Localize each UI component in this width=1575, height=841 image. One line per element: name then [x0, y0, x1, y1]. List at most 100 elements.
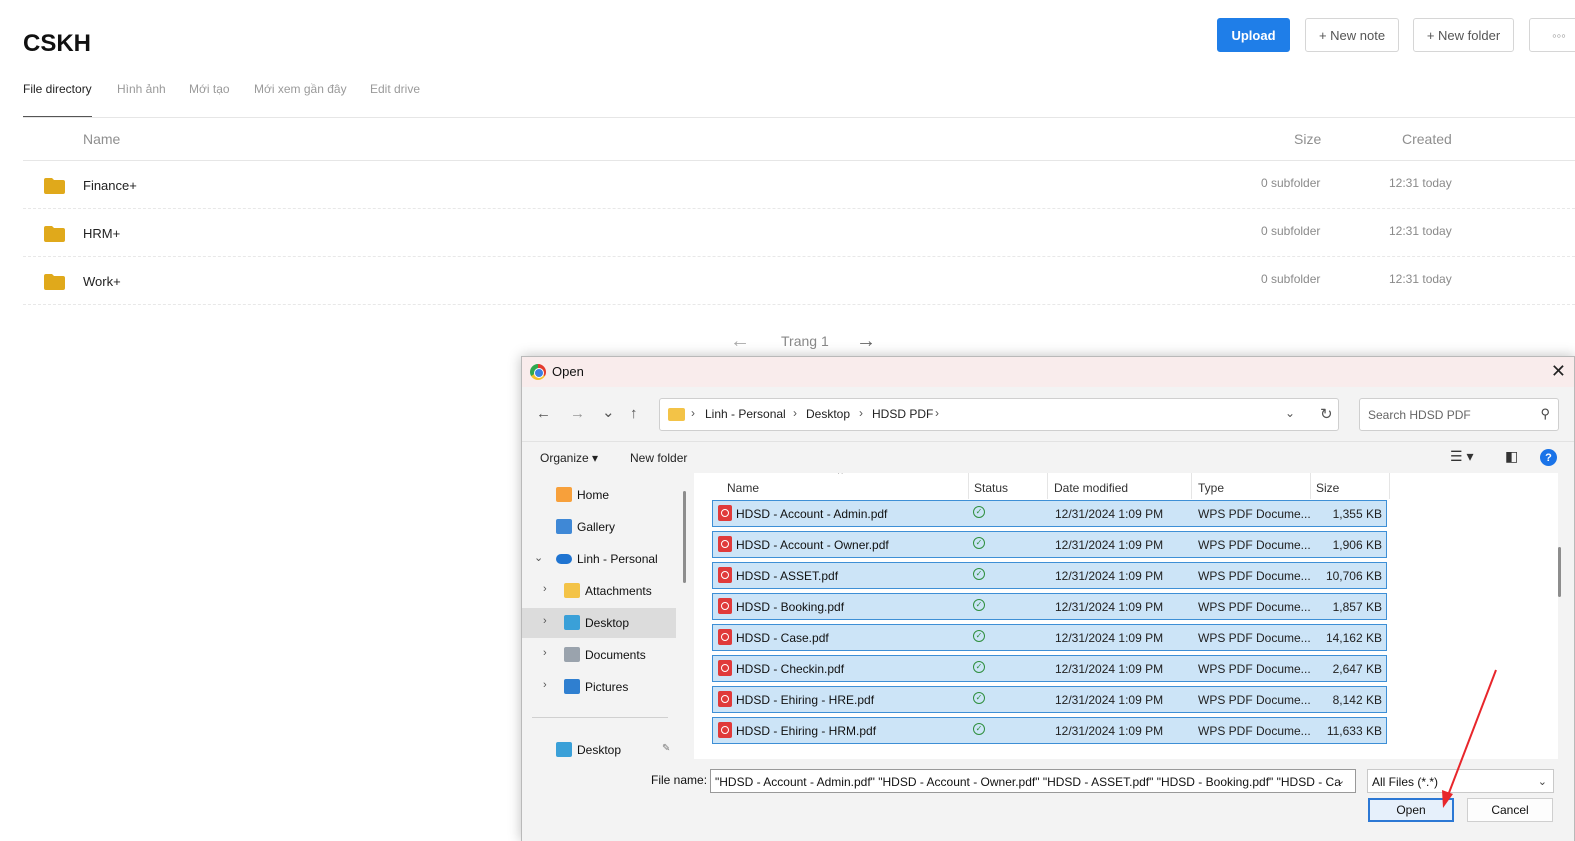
tab-file-directory[interactable]: File directory [23, 82, 92, 118]
file-type: WPS PDF Docume... [1198, 600, 1311, 614]
preview-pane-icon[interactable]: ◧ [1505, 448, 1518, 465]
new-folder-button[interactable]: New folder [630, 451, 687, 465]
file-row[interactable]: HDSD - Account - Admin.pdf ✓ 12/31/2024 … [712, 500, 1387, 527]
column-date-modified[interactable]: Date modified [1054, 481, 1128, 495]
pdf-icon [718, 691, 732, 707]
help-icon[interactable]: ? [1540, 449, 1557, 466]
folder-name[interactable]: Finance+ [83, 178, 137, 193]
new-note-button[interactable]: + New note [1305, 18, 1399, 52]
breadcrumb-linh-personal[interactable]: Linh - Personal [705, 407, 786, 421]
organize-button[interactable]: Organize ▾ [540, 451, 598, 465]
sidebar-item-linh-personal[interactable]: ⌄ Linh - Personal [522, 544, 676, 574]
file-type: WPS PDF Docume... [1198, 569, 1311, 583]
chevron-down-icon[interactable]: ⌄ [534, 551, 543, 564]
up-folder-icon[interactable]: ↑ [630, 405, 638, 422]
column-divider[interactable] [1389, 473, 1390, 499]
file-date: 12/31/2024 1:09 PM [1055, 693, 1164, 707]
column-status[interactable]: Status [974, 481, 1008, 495]
new-folder-button[interactable]: + New folder [1413, 18, 1514, 52]
column-divider[interactable] [1310, 473, 1311, 499]
column-divider[interactable] [1047, 473, 1048, 499]
chevron-right-icon[interactable]: › [543, 615, 547, 627]
file-date: 12/31/2024 1:09 PM [1055, 631, 1164, 645]
prev-page-icon[interactable]: ← [730, 330, 750, 353]
sidebar-item-desktop[interactable]: › Desktop [522, 608, 676, 638]
sidebar-scrollbar[interactable] [683, 491, 686, 583]
recent-locations-icon[interactable]: ⌄ [602, 403, 615, 421]
sidebar-item-desktop-quick[interactable]: Desktop ✎ [522, 735, 676, 759]
tab-moi-xem-gan-day[interactable]: Mới xem gần đây [254, 82, 347, 118]
cancel-button[interactable]: Cancel [1467, 798, 1553, 822]
folder-icon [668, 408, 685, 421]
sidebar-item-attachments[interactable]: › Attachments [522, 576, 676, 606]
file-name: HDSD - Booking.pdf [736, 600, 845, 614]
column-name[interactable]: Name [83, 131, 120, 147]
refresh-icon[interactable]: ↻ [1320, 405, 1333, 423]
file-row[interactable]: HDSD - ASSET.pdf ✓ 12/31/2024 1:09 PM WP… [712, 562, 1387, 589]
column-divider[interactable] [1191, 473, 1192, 499]
breadcrumb-desktop[interactable]: Desktop [806, 407, 850, 421]
chevron-down-icon[interactable]: ⌄ [1336, 774, 1345, 787]
file-size: 1,857 KB [1332, 600, 1382, 614]
column-size[interactable]: Size [1294, 131, 1321, 147]
sidebar-item-label: Pictures [585, 680, 629, 694]
folder-created: 12:31 today [1389, 272, 1452, 286]
forward-icon[interactable]: → [570, 405, 585, 422]
file-row[interactable]: HDSD - Ehiring - HRM.pdf ✓ 12/31/2024 1:… [712, 717, 1387, 744]
more-button[interactable]: ◦◦◦ [1529, 18, 1575, 52]
table-row[interactable]: HRM+ 0 subfolder 12:31 today [23, 209, 1575, 257]
file-row[interactable]: HDSD - Account - Owner.pdf ✓ 12/31/2024 … [712, 531, 1387, 558]
column-type[interactable]: Type [1198, 481, 1224, 495]
folder-created: 12:31 today [1389, 176, 1452, 190]
view-list-icon[interactable]: ☰ ▾ [1450, 448, 1473, 465]
column-name[interactable]: Name [727, 481, 759, 495]
column-divider[interactable] [968, 473, 969, 499]
tab-edit-drive[interactable]: Edit drive [370, 82, 420, 118]
tab-moi-tao[interactable]: Mới tạo [189, 82, 230, 118]
pictures-icon [564, 679, 580, 694]
pdf-icon [718, 536, 732, 552]
address-bar[interactable]: › Linh - Personal › Desktop › HDSD PDF ›… [659, 398, 1339, 431]
synced-icon: ✓ [973, 568, 985, 580]
sidebar-item-home[interactable]: Home [522, 480, 676, 510]
file-row[interactable]: HDSD - Ehiring - HRE.pdf ✓ 12/31/2024 1:… [712, 686, 1387, 713]
chevron-down-icon[interactable]: ⌄ [1285, 406, 1295, 420]
close-icon[interactable]: ✕ [1551, 361, 1566, 382]
tab-hinh-anh[interactable]: Hình ảnh [117, 82, 166, 118]
app-root: CSKH Upload + New note + New folder ◦◦◦ … [0, 0, 1575, 841]
search-box[interactable]: Search HDSD PDF ⚲ [1359, 398, 1559, 431]
chevron-right-icon[interactable]: › [543, 679, 547, 691]
column-size[interactable]: Size [1316, 481, 1339, 495]
sidebar-item-gallery[interactable]: Gallery [522, 512, 676, 542]
sidebar-item-pictures[interactable]: › Pictures [522, 672, 676, 702]
folder-name[interactable]: Work+ [83, 274, 121, 289]
table-row[interactable]: Work+ 0 subfolder 12:31 today [23, 257, 1575, 305]
pdf-icon [718, 505, 732, 521]
breadcrumb-hdsd-pdf[interactable]: HDSD PDF [872, 407, 933, 421]
file-type-filter-value: All Files (*.*) [1372, 775, 1439, 789]
open-button[interactable]: Open [1368, 798, 1454, 822]
column-created[interactable]: Created [1402, 131, 1452, 147]
chevron-right-icon[interactable]: › [543, 583, 547, 595]
file-row[interactable]: HDSD - Booking.pdf ✓ 12/31/2024 1:09 PM … [712, 593, 1387, 620]
file-name: HDSD - Ehiring - HRE.pdf [736, 693, 875, 707]
chevron-right-icon: › [935, 406, 939, 420]
gallery-icon [556, 519, 572, 534]
chevron-right-icon[interactable]: › [543, 647, 547, 659]
file-type-filter[interactable]: All Files (*.*) ⌄ [1367, 769, 1554, 793]
upload-button[interactable]: Upload [1217, 18, 1290, 52]
table-row[interactable]: Finance+ 0 subfolder 12:31 today [23, 161, 1575, 209]
file-list-scrollbar[interactable] [1558, 547, 1561, 597]
file-row[interactable]: HDSD - Checkin.pdf ✓ 12/31/2024 1:09 PM … [712, 655, 1387, 682]
file-type: WPS PDF Docume... [1198, 538, 1311, 552]
pin-icon[interactable]: ✎ [662, 743, 670, 754]
documents-icon [564, 647, 580, 662]
file-row[interactable]: HDSD - Case.pdf ✓ 12/31/2024 1:09 PM WPS… [712, 624, 1387, 651]
search-input[interactable]: Search HDSD PDF [1368, 408, 1471, 422]
file-size: 1,355 KB [1332, 507, 1382, 521]
back-icon[interactable]: ← [536, 405, 551, 422]
folder-name[interactable]: HRM+ [83, 226, 120, 241]
file-name-input[interactable]: "HDSD - Account - Admin.pdf" "HDSD - Acc… [710, 769, 1356, 793]
next-page-icon[interactable]: → [856, 330, 876, 353]
sidebar-item-documents[interactable]: › Documents [522, 640, 676, 670]
